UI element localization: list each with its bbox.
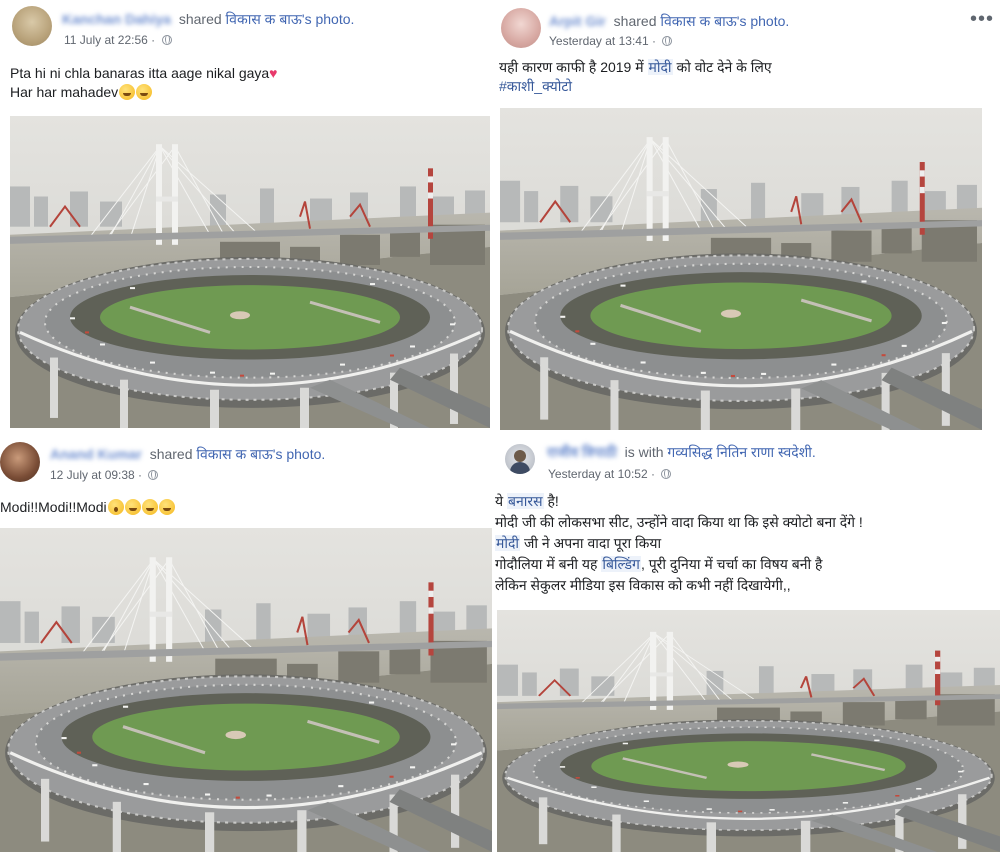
action-text: shared [178, 11, 222, 27]
place-link[interactable]: बनारस [507, 493, 544, 509]
building-link[interactable]: बिल्डिंग [601, 556, 641, 572]
shared-from-link[interactable]: विकास क बाऊ's photo. [196, 446, 325, 462]
timestamp[interactable]: 11 July at 22:56 · [64, 33, 155, 47]
action-text: shared [149, 446, 193, 462]
post-2: Arpit Gir shared विकास क बाऊ's photo. ••… [495, 0, 1000, 430]
laughing-emoji-icon [141, 499, 158, 515]
mention-link[interactable]: मोदी [495, 535, 521, 551]
post-photo[interactable] [497, 610, 1000, 852]
more-options-icon[interactable]: ••• [970, 8, 994, 31]
timestamp[interactable]: Yesterday at 10:52 · [548, 467, 655, 481]
post-text: ये बनारस है! मोदी जी की लोकसभा सीट, उन्ह… [495, 493, 863, 593]
shared-from-link[interactable]: विकास क बाऊ's photo. [660, 13, 789, 29]
globe-icon [148, 470, 159, 480]
post-header: Kanchan Dahiya shared विकास क बाऊ's phot… [62, 10, 354, 29]
avatar[interactable] [505, 444, 535, 474]
author-name[interactable]: Kanchan Dahiya [62, 11, 171, 27]
post-text: यही कारण काफी है 2019 में मोदी को वोट दे… [499, 58, 772, 96]
timestamp[interactable]: 12 July at 09:38 · [50, 468, 142, 482]
post-photo[interactable] [500, 108, 982, 430]
avatar[interactable] [501, 8, 541, 48]
mention-link[interactable]: मोदी [647, 59, 673, 75]
post-header: Anand Kumar shared विकास क बाऊ's photo. [50, 445, 325, 464]
globe-icon [662, 36, 673, 46]
author-name[interactable]: राजीव त्रिपाठी [547, 443, 617, 462]
author-name[interactable]: Anand Kumar [50, 446, 142, 462]
hashtag-link[interactable]: #काशी_क्योटो [499, 78, 572, 94]
post-meta: 11 July at 22:56 · [64, 33, 172, 47]
post-meta: Yesterday at 13:41 · [549, 34, 673, 48]
post-photo[interactable] [10, 116, 490, 428]
timestamp[interactable]: Yesterday at 13:41 · [549, 34, 656, 48]
action-text: shared [613, 13, 657, 29]
post-1: Kanchan Dahiya shared विकास क बाऊ's phot… [0, 0, 495, 430]
post-text-line: Pta hi ni chla banaras itta aage nikal g… [10, 65, 278, 81]
laughing-emoji-icon [136, 84, 153, 100]
author-name[interactable]: Arpit Gir [549, 13, 606, 29]
post-text: Pta hi ni chla banaras itta aage nikal g… [10, 64, 277, 102]
post-meta: 12 July at 09:38 · [50, 468, 159, 482]
avatar[interactable] [12, 6, 52, 46]
laughing-emoji-icon [119, 84, 136, 100]
surprised-emoji-icon [107, 499, 124, 515]
globe-icon [161, 35, 172, 45]
heart-icon: ♥ [269, 65, 278, 81]
tagged-person-link[interactable]: गव्यसिद्ध नितिन राणा स्वदेशी. [667, 444, 815, 460]
laughing-emoji-icon [158, 499, 175, 515]
globe-icon [661, 469, 672, 479]
action-text: is with [624, 444, 664, 460]
post-4: राजीव त्रिपाठी is with गव्यसिद्ध नितिन र… [495, 430, 1000, 852]
avatar[interactable] [0, 442, 40, 482]
post-photo[interactable] [0, 528, 492, 852]
post-meta: Yesterday at 10:52 · [548, 467, 672, 481]
laughing-emoji-icon [124, 499, 141, 515]
post-text-line: यही कारण काफी है 2019 में मोदी को वोट दे… [499, 59, 772, 75]
post-text-line: Har har mahadev [10, 83, 277, 102]
post-header: Arpit Gir shared विकास क बाऊ's photo. [549, 12, 789, 31]
shared-from-link[interactable]: विकास क बाऊ's photo. [226, 11, 355, 27]
post-header: राजीव त्रिपाठी is with गव्यसिद्ध नितिन र… [547, 443, 816, 462]
post-text: Modi!!Modi!!Modi [0, 498, 175, 517]
post-3: Anand Kumar shared विकास क बाऊ's photo. … [0, 430, 495, 852]
